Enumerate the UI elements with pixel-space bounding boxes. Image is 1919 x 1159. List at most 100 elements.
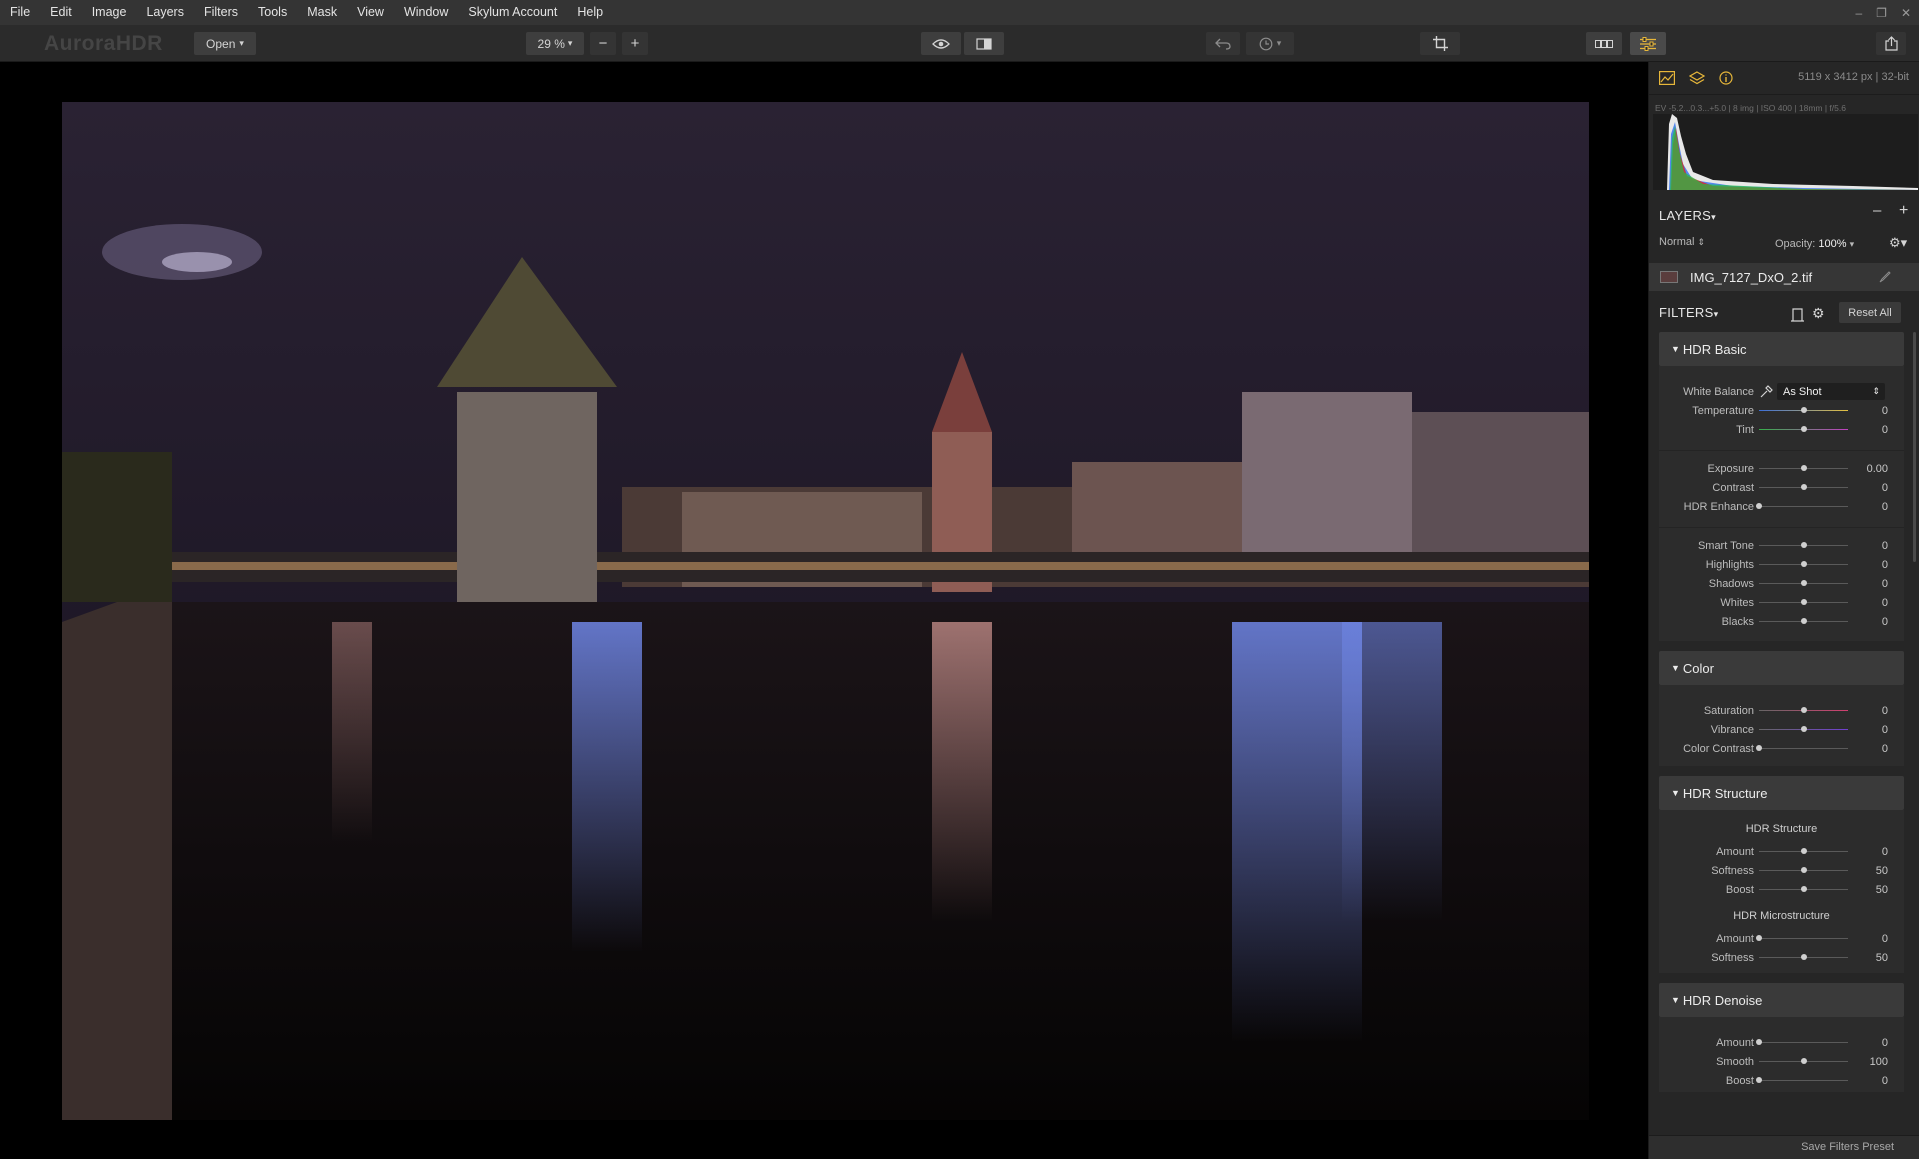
slider-thumb[interactable] [1756,1039,1762,1045]
layer-settings-gear-icon[interactable]: ⚙▾ [1889,235,1907,251]
slider-thumb[interactable] [1800,726,1807,732]
slider-thumb[interactable] [1800,580,1807,586]
zoom-out-button[interactable]: − [590,32,616,55]
remove-layer-icon[interactable]: – [1873,202,1881,219]
slider-row-smart-tone: Smart Tone 0 [1659,536,1904,555]
image-canvas[interactable] [0,62,1648,1159]
undo-button[interactable] [1206,32,1240,55]
slider-thumb[interactable] [1800,542,1807,548]
panel-tabs: 5119 x 3412 px | 32-bit [1649,62,1919,95]
histogram-tab-icon[interactable] [1659,71,1675,85]
filters-panel-button[interactable] [1630,32,1666,55]
hdr-microstructure-subtitle: HDR Microstructure [1733,910,1830,922]
slider-row-amount: Amount 0 [1659,929,1904,948]
filters-settings-gear-icon[interactable]: ⚙ [1812,305,1825,322]
reset-all-button[interactable]: Reset All [1839,302,1901,323]
zoom-in-button[interactable]: + [622,32,648,55]
compare-button[interactable] [964,32,1004,55]
slider-value: 0.00 [1866,462,1888,475]
menu-window[interactable]: Window [394,0,458,25]
slider-thumb[interactable] [1800,465,1807,471]
slider-track[interactable] [1759,1080,1848,1081]
slider-thumb[interactable] [1800,484,1807,490]
layers-header[interactable]: LAYERS▾ [1659,208,1716,223]
menu-help[interactable]: Help [567,0,613,25]
slider-thumb[interactable] [1800,561,1807,567]
menu-mask[interactable]: Mask [297,0,347,25]
restore-icon[interactable]: ❐ [1876,6,1887,20]
slider-thumb[interactable] [1756,503,1762,509]
brush-icon[interactable] [1879,271,1891,283]
menu-filters[interactable]: Filters [194,0,248,25]
slider-row-contrast: Contrast 0 [1659,478,1904,497]
slider-row-softness: Softness 50 [1659,948,1904,967]
eyedropper-icon[interactable] [1759,384,1773,399]
slider-label: Boost [1725,883,1754,896]
slider-row-color-contrast: Color Contrast 0 [1659,739,1904,758]
menu-layers[interactable]: Layers [136,0,194,25]
white-balance-row: White Balance As Shot ⇕ [1659,382,1904,401]
slider-track[interactable] [1759,938,1848,939]
chevron-down-icon: ▾ [1711,212,1716,222]
slider-thumb[interactable] [1800,407,1807,413]
slider-thumb[interactable] [1756,745,1762,751]
photo-preview[interactable] [62,102,1589,1120]
menu-edit[interactable]: Edit [40,0,82,25]
save-filters-preset-button[interactable]: Save Filters Preset [1801,1141,1894,1153]
filters-header[interactable]: FILTERS▾ [1659,305,1718,320]
slider-track[interactable] [1759,506,1848,507]
filter-hdr-denoise-header[interactable]: ▼ HDR Denoise [1659,983,1904,1017]
slider-thumb[interactable] [1800,618,1807,624]
slider-track[interactable] [1759,1042,1848,1043]
menu-image[interactable]: Image [82,0,137,25]
filter-hdr-structure-header[interactable]: ▼ HDR Structure [1659,776,1904,810]
layers-tab-icon[interactable] [1689,71,1705,85]
close-icon[interactable]: ✕ [1901,6,1911,20]
zoom-dropdown[interactable]: 29 % ▾ [526,32,584,55]
slider-value: 100 [1869,1055,1888,1068]
menu-skylum-account[interactable]: Skylum Account [458,0,567,25]
slider-row-saturation: Saturation 0 [1659,701,1904,720]
layer-item[interactable]: IMG_7127_DxO_2.tif [1649,263,1919,291]
opacity-control[interactable]: Opacity: 100% ▾ [1775,238,1854,250]
preview-button[interactable] [921,32,961,55]
minimize-icon[interactable]: – [1855,6,1862,20]
slider-thumb[interactable] [1800,599,1807,605]
histogram-graph [1667,114,1918,190]
slider-track[interactable] [1759,748,1848,749]
right-panel: 5119 x 3412 px | 32-bit EV -5.2...0.3...… [1648,62,1919,1159]
slider-row-amount: Amount 0 [1659,1033,1904,1052]
share-button[interactable] [1876,32,1906,55]
info-tab-icon[interactable] [1719,71,1733,85]
filmstrip-button[interactable] [1586,32,1622,55]
slider-thumb[interactable] [1800,707,1807,713]
history-button[interactable]: ▾ [1246,32,1294,55]
panel-scrollbar[interactable] [1913,332,1916,562]
filter-hdr-basic-header[interactable]: ▼ HDR Basic [1659,332,1904,366]
filter-title: HDR Basic [1682,341,1747,357]
crop-button[interactable] [1420,32,1460,55]
slider-value: 0 [1881,1074,1888,1087]
slider-thumb[interactable] [1800,1058,1807,1064]
slider-thumb[interactable] [1800,886,1807,892]
slider-thumb[interactable] [1800,867,1807,873]
white-balance-dropdown[interactable]: As Shot ⇕ [1777,383,1885,400]
slider-label: Saturation [1703,704,1754,717]
hdr-structure-subtitle: HDR Structure [1745,823,1818,835]
slider-thumb[interactable] [1800,954,1807,960]
menu-view[interactable]: View [347,0,394,25]
slider-label: Whites [1720,596,1754,609]
bookmark-icon[interactable] [1791,308,1804,322]
menu-file[interactable]: File [0,0,40,25]
slider-thumb[interactable] [1756,1077,1762,1083]
blend-mode-dropdown[interactable]: Normal ⇕ [1659,236,1705,248]
layer-name: IMG_7127_DxO_2.tif [1690,269,1813,285]
slider-thumb[interactable] [1800,426,1807,432]
slider-thumb[interactable] [1800,848,1807,854]
menu-tools[interactable]: Tools [248,0,297,25]
filter-color-header[interactable]: ▼ Color [1659,651,1904,685]
filters-title: FILTERS [1659,305,1714,320]
open-button[interactable]: Open ▾ [194,32,256,55]
add-layer-icon[interactable]: + [1899,202,1908,220]
slider-thumb[interactable] [1756,935,1762,941]
